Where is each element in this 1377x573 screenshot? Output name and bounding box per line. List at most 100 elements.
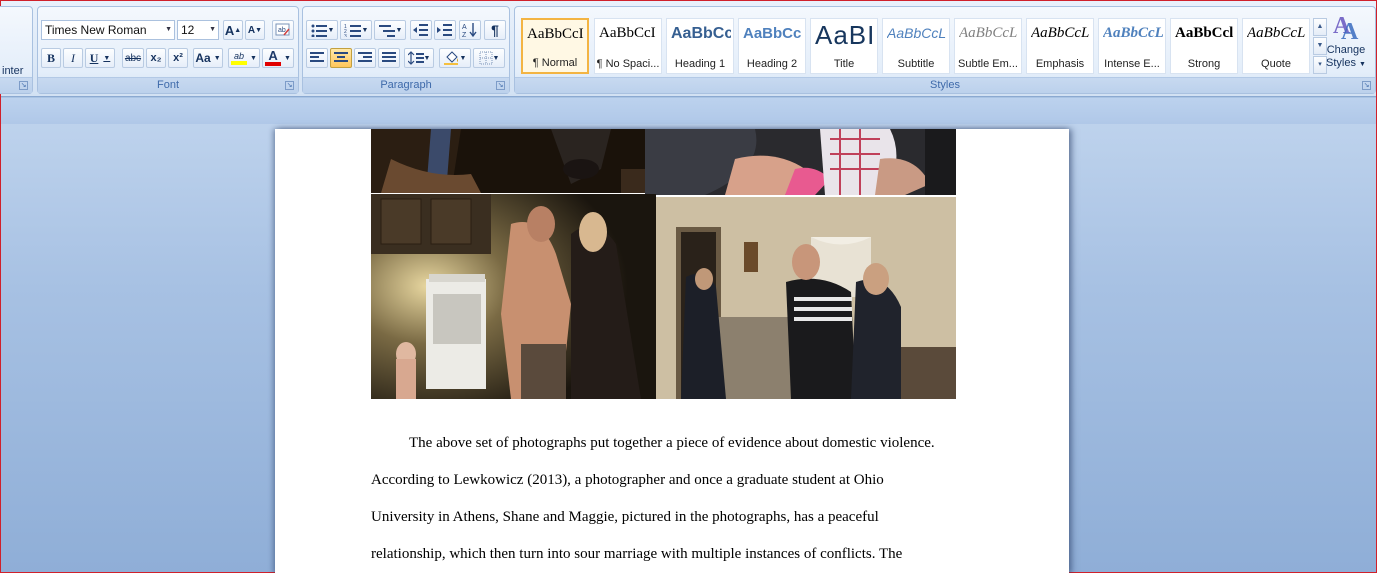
bullets-button[interactable]: ▼ <box>306 20 338 40</box>
style-title[interactable]: AaBI Title <box>810 18 878 74</box>
ruler-area <box>1 98 1376 124</box>
align-left-button[interactable] <box>306 48 328 68</box>
photo-kitchen-scene <box>371 194 656 399</box>
strikethrough-button[interactable]: abc <box>122 48 144 68</box>
increase-indent-button[interactable] <box>434 20 456 40</box>
justify-button[interactable] <box>378 48 400 68</box>
font-name-value: Times New Roman <box>45 23 147 37</box>
chevron-down-icon: ▼ <box>250 54 257 62</box>
ribbon: inter ↘ Times New Roman ▼ 12 ▼ A ▲ A ▼ ab … <box>0 1 1376 97</box>
paragraph-dialog-launcher[interactable]: ↘ <box>496 81 505 90</box>
change-styles-label-2-text: Styles <box>1326 57 1356 69</box>
photo-top-left-image <box>371 129 645 193</box>
style-emphasis[interactable]: AaBbCcL Emphasis <box>1026 18 1094 74</box>
font-group: Times New Roman ▼ 12 ▼ A ▲ A ▼ ab B I U ▼ a… <box>37 6 299 94</box>
style-normal[interactable]: AaBbCcI ¶ Normal <box>521 18 589 74</box>
style-intense-emphasis[interactable]: AaBbCcL Intense E... <box>1098 18 1166 74</box>
multilevel-list-icon <box>378 25 395 37</box>
change-styles-label-2: Styles ▼ <box>1317 57 1375 71</box>
font-size-combo[interactable]: 12 ▼ <box>177 20 219 40</box>
font-name-combo[interactable]: Times New Roman ▼ <box>41 20 175 40</box>
italic-button[interactable]: I <box>63 48 83 68</box>
photo-kitchen-image <box>371 194 656 399</box>
align-center-button[interactable] <box>330 48 352 68</box>
format-painter-button[interactable]: inter <box>2 65 23 77</box>
underline-button[interactable]: U ▼ <box>85 48 115 68</box>
text-line: According to Lewkowicz (2013), a photogr… <box>371 472 884 488</box>
caret-down-icon: ▼ <box>255 26 263 34</box>
font-color-swatch <box>265 62 282 66</box>
style-subtitle[interactable]: AaBbCcL Subtitle <box>882 18 950 74</box>
decrease-indent-icon <box>413 24 428 36</box>
style-no-spacing[interactable]: AaBbCcI ¶ No Spaci... <box>594 18 662 74</box>
shrink-font-icon: A <box>247 24 256 36</box>
svg-text:Z: Z <box>462 32 467 38</box>
photo-top-right-image <box>645 129 956 195</box>
justify-icon <box>382 52 396 62</box>
multilevel-list-button[interactable]: ▼ <box>374 20 406 40</box>
change-styles-button[interactable]: A A Change Styles ▼ <box>1317 9 1375 81</box>
style-sample: AaBbCcI <box>599 25 656 41</box>
show-formatting-marks-button[interactable]: ¶ <box>484 20 506 40</box>
style-sample: AaBbCcl <box>1175 25 1234 41</box>
font-dialog-launcher[interactable]: ↘ <box>285 81 294 90</box>
style-subtle-emphasis[interactable]: AaBbCcL Subtle Em... <box>954 18 1022 74</box>
shading-button[interactable]: ▼ <box>439 48 471 68</box>
grow-font-icon: A <box>224 22 235 38</box>
chevron-down-icon: ▼ <box>492 54 500 62</box>
chevron-down-icon: ▼ <box>213 54 221 62</box>
style-heading-1[interactable]: AaBbCc Heading 1 <box>666 18 734 74</box>
text-highlight-button[interactable]: ab ▼ <box>228 48 260 68</box>
subscript-button[interactable]: x₂ <box>146 48 166 68</box>
borders-icon <box>479 51 493 65</box>
sort-button[interactable]: A Z <box>459 20 481 40</box>
highlight-color-swatch <box>231 61 248 65</box>
svg-text:ab: ab <box>278 27 286 34</box>
style-name: Title <box>833 58 855 70</box>
style-name: ¶ No Spaci... <box>596 58 660 70</box>
photo-arrest-image <box>656 197 956 399</box>
style-sample: AaBbCcL <box>1247 25 1306 41</box>
styles-group: AaBbCcI ¶ Normal AaBbCcI ¶ No Spaci... A… <box>514 6 1376 94</box>
style-name: Heading 1 <box>674 58 726 70</box>
paint-bucket-icon <box>443 51 458 65</box>
clipboard-dialog-launcher[interactable]: ↘ <box>19 81 28 90</box>
font-color-button[interactable]: A ▼ <box>262 48 294 68</box>
document-page[interactable]: The above set of photographs put togethe… <box>275 129 1069 573</box>
highlighter-icon: ab <box>231 51 248 65</box>
change-styles-label-1: Change <box>1326 44 1366 56</box>
align-center-icon <box>334 52 348 62</box>
shrink-font-button[interactable]: A ▼ <box>245 20 265 40</box>
bullet-list-icon <box>311 24 327 37</box>
style-name: Heading 2 <box>746 58 798 70</box>
style-name: Subtitle <box>897 58 935 70</box>
chevron-down-icon: ▼ <box>1359 61 1366 68</box>
borders-button[interactable]: ▼ <box>473 48 505 68</box>
photo-top-left <box>371 129 645 193</box>
style-heading-2[interactable]: AaBbCc Heading 2 <box>738 18 806 74</box>
bold-button[interactable]: B <box>41 48 61 68</box>
superscript-button[interactable]: x² <box>168 48 188 68</box>
decrease-indent-button[interactable] <box>410 20 432 40</box>
style-strong[interactable]: AaBbCcl Strong <box>1170 18 1238 74</box>
numbering-button[interactable]: 1 2 3 ▼ <box>340 20 372 40</box>
align-right-button[interactable] <box>354 48 376 68</box>
style-name: Strong <box>1187 58 1221 70</box>
align-left-icon <box>310 52 324 62</box>
grow-font-button[interactable]: A ▲ <box>223 20 243 40</box>
styles-dialog-launcher[interactable]: ↘ <box>1362 81 1371 90</box>
caret-up-icon: ▲ <box>234 26 242 34</box>
chevron-down-icon: ▼ <box>395 26 403 34</box>
style-name: Intense E... <box>1104 58 1160 70</box>
underline-icon: U <box>89 50 99 65</box>
line-spacing-button[interactable]: ▼ <box>404 48 434 68</box>
text-line: The above set of photographs put togethe… <box>409 435 935 451</box>
document-body-text[interactable]: The above set of photographs put togethe… <box>371 425 971 573</box>
font-color-icon: A <box>265 49 282 66</box>
change-case-button[interactable]: Aa ▼ <box>193 48 223 68</box>
style-name: Emphasis <box>1035 58 1085 70</box>
clear-formatting-button[interactable]: ab <box>272 20 294 40</box>
style-quote[interactable]: AaBbCcL Quote <box>1242 18 1310 74</box>
chevron-down-icon: ▼ <box>165 26 172 33</box>
change-case-icon: Aa <box>195 51 211 65</box>
